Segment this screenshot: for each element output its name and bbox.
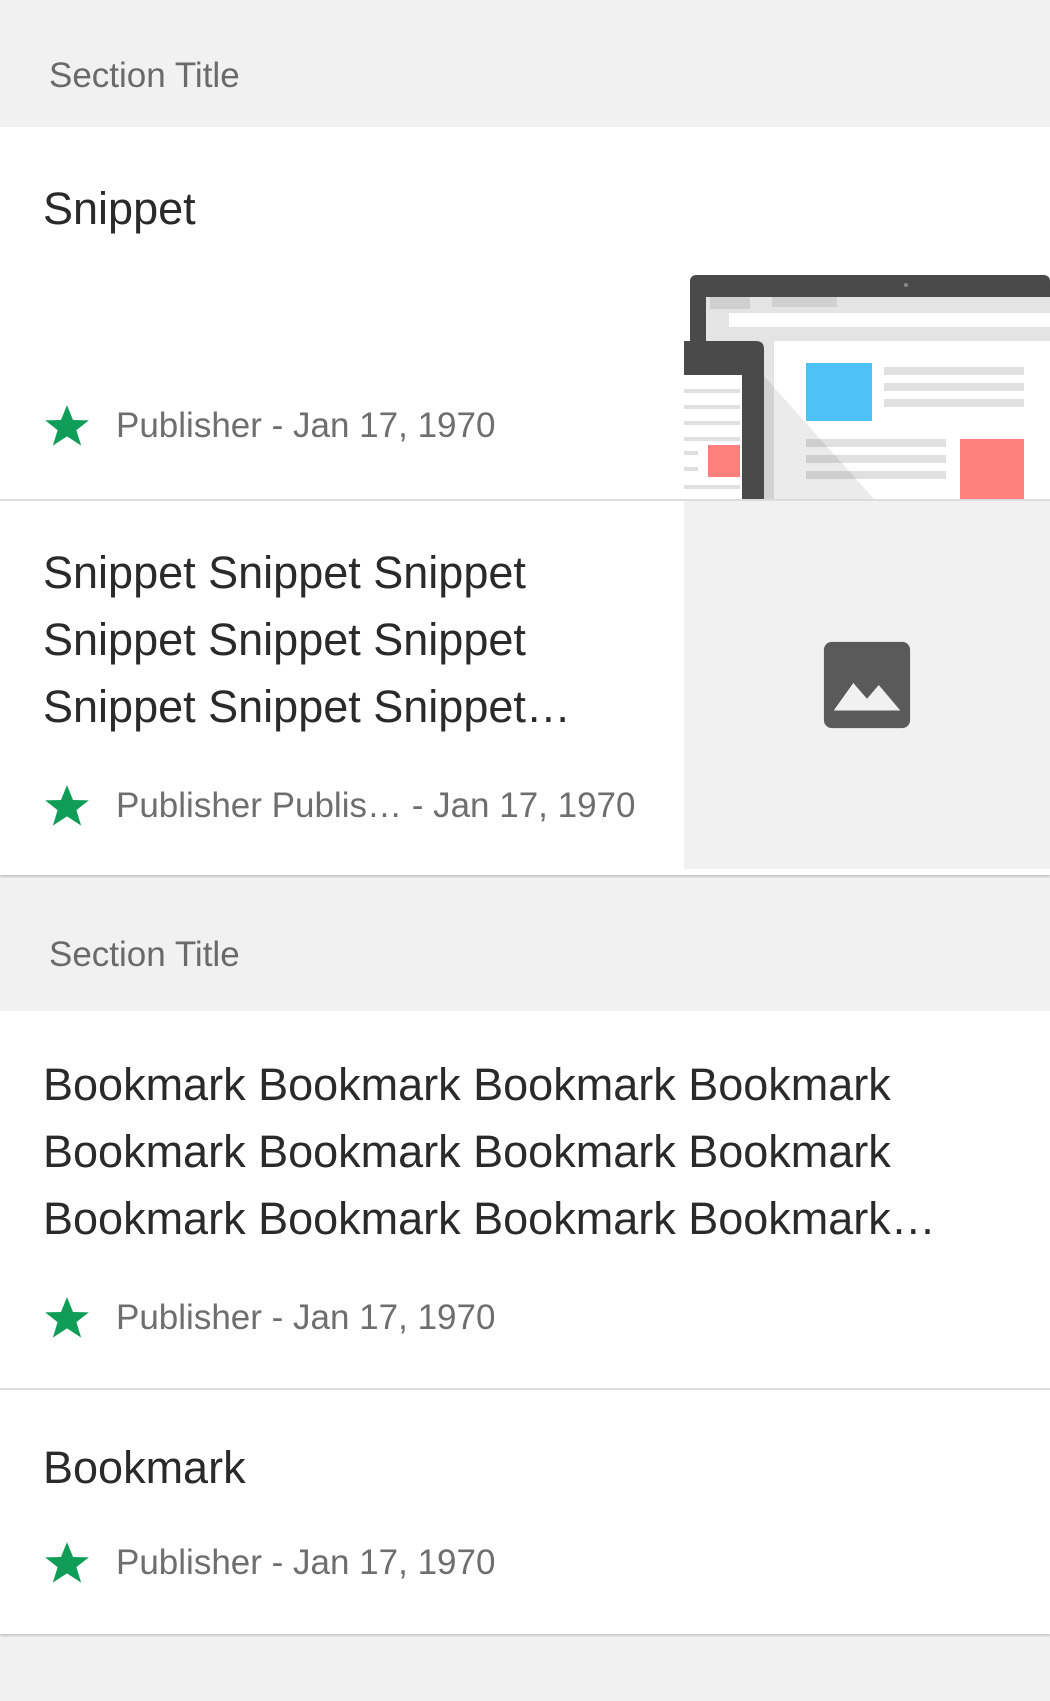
card-text-line: Snippet Snippet Snippet — [43, 614, 526, 665]
date-label: Jan 17, 1970 — [293, 1298, 496, 1337]
publisher-label: Publisher — [116, 1543, 262, 1582]
meta-separator: - — [261, 1543, 294, 1582]
card-meta: Publisher - Jan 17, 1970 — [42, 1293, 495, 1343]
card-snippet-long[interactable]: Snippet Snippet Snippet Snippet Snippet … — [0, 499, 1050, 875]
section-title: Section Title — [49, 935, 240, 974]
meta-separator: - — [261, 1298, 294, 1337]
card-text-line: Bookmark Bookmark Bookmark Bookmark — [43, 1059, 891, 1110]
thumbnail-placeholder — [684, 501, 1050, 869]
star-icon — [45, 1542, 89, 1583]
image-icon — [823, 641, 911, 729]
date-label: Jan 17, 1970 — [293, 1543, 496, 1582]
star-icon — [45, 785, 89, 826]
laptop-illustration — [684, 275, 1050, 499]
section-cards: Bookmark Bookmark Bookmark Bookmark Book… — [0, 1011, 1050, 1634]
card-meta: Publisher Publis… - Jan 17, 1970 — [42, 781, 635, 831]
publisher-label: Publisher — [116, 406, 262, 445]
card-text-line: Bookmark Bookmark Bookmark Bookmark — [43, 1126, 891, 1177]
section-cards: Snippet Publisher - Jan 17, 1970 Snippet… — [0, 127, 1050, 875]
publisher-label: Publisher Publis… — [116, 786, 402, 825]
card-bookmark-long[interactable]: Bookmark Bookmark Bookmark Bookmark Book… — [0, 1011, 1050, 1388]
date-label: Jan 17, 1970 — [433, 786, 636, 825]
card-meta: Publisher - Jan 17, 1970 — [42, 1538, 495, 1588]
card-text: Bookmark — [43, 1442, 246, 1493]
card-text-line: Snippet Snippet Snippet — [43, 547, 526, 598]
card-snippet[interactable]: Snippet Publisher - Jan 17, 1970 — [0, 127, 1050, 499]
card-text-line: Bookmark Bookmark Bookmark Bookmark… — [43, 1193, 936, 1244]
star-icon — [45, 405, 89, 446]
date-label: Jan 17, 1970 — [293, 406, 496, 445]
card-text: Snippet — [43, 183, 196, 234]
section-title: Section Title — [49, 56, 240, 95]
card-text: Snippet Snippet Snippet Snippet Snippet … — [43, 539, 571, 740]
card-text-line: Snippet Snippet Snippet… — [43, 681, 571, 732]
publisher-label: Publisher — [116, 1298, 262, 1337]
meta-separator: - — [401, 786, 434, 825]
card-meta: Publisher - Jan 17, 1970 — [42, 401, 495, 451]
star-icon — [45, 1297, 89, 1338]
card-text: Bookmark Bookmark Bookmark Bookmark Book… — [43, 1051, 936, 1252]
meta-separator: - — [261, 406, 294, 445]
card-bookmark[interactable]: Bookmark Publisher - Jan 17, 1970 — [0, 1388, 1050, 1634]
